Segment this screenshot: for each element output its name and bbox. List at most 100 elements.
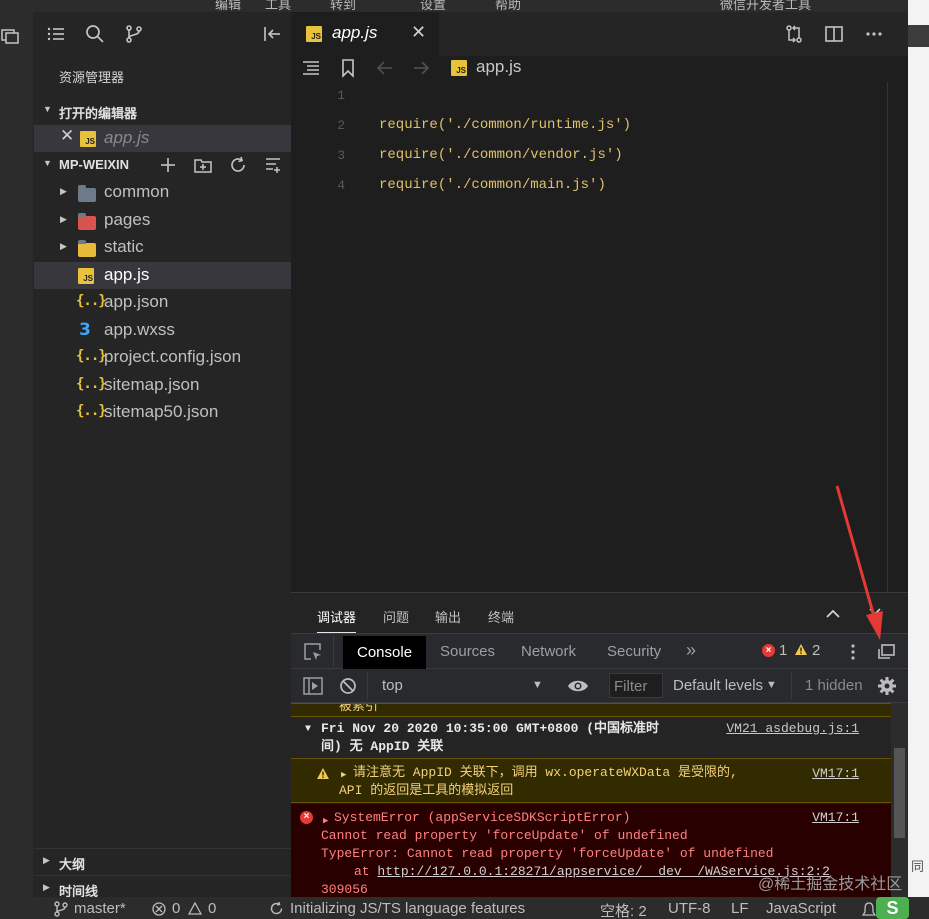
source-control-icon[interactable]: [124, 24, 144, 44]
sync-icon: [270, 901, 283, 915]
status-language[interactable]: JavaScript: [766, 900, 836, 917]
menu-item[interactable]: 编辑: [215, 0, 241, 12]
tree-file-project-config[interactable]: {..} project.config.json: [34, 344, 291, 371]
chevron-right-icon: ▶: [323, 816, 329, 826]
collapse-sidebar-icon[interactable]: [262, 24, 282, 44]
eye-icon[interactable]: [567, 678, 589, 694]
code-editor[interactable]: 1 2 require('./common/runtime.js') 3 req…: [291, 82, 908, 592]
more-actions-icon[interactable]: [864, 24, 884, 44]
filter-input[interactable]: Filter: [609, 673, 663, 698]
js-file-icon: JS: [306, 26, 322, 42]
tree-file-app-wxss[interactable]: 3 app.wxss: [34, 317, 291, 344]
levels-dropdown-icon[interactable]: ▼: [766, 679, 777, 691]
tree-file-sitemap[interactable]: {..} sitemap.json: [34, 372, 291, 399]
source-link[interactable]: VM17:1: [812, 765, 859, 783]
status-task: Initializing JS/TS language features: [290, 900, 526, 917]
open-editors-header[interactable]: ▼ 打开的编辑器: [34, 98, 291, 124]
tab-debugger[interactable]: 调试器: [317, 607, 357, 633]
js-file-icon: JS: [78, 268, 94, 284]
menu-item[interactable]: 转到: [330, 0, 356, 12]
source-link[interactable]: VM17:1: [812, 809, 859, 827]
line-number: 2: [337, 118, 345, 133]
code-line: require('./common/vendor.js'): [379, 147, 623, 163]
scrollbar-thumb[interactable]: [894, 748, 905, 838]
outline-list-icon[interactable]: [301, 58, 321, 78]
list-icon[interactable]: [46, 24, 66, 44]
tree-file-sitemap50[interactable]: {..} sitemap50.json: [34, 399, 291, 426]
console-scrollbar[interactable]: [891, 703, 908, 898]
status-error-count[interactable]: 0: [172, 900, 180, 917]
divider: [333, 636, 334, 666]
collapse-all-icon[interactable]: [264, 156, 282, 174]
chevron-right-icon: ▶: [60, 241, 67, 251]
ime-status-icon: S: [876, 897, 909, 919]
new-folder-icon[interactable]: [194, 156, 212, 174]
compare-changes-icon[interactable]: [784, 24, 804, 44]
breadcrumb-file[interactable]: app.js: [476, 57, 521, 77]
tab-network[interactable]: Network: [521, 643, 576, 660]
tab-output[interactable]: 输出: [435, 607, 461, 626]
tree-item-label: app.json: [104, 292, 169, 311]
chevron-right-icon: ▶: [341, 770, 347, 780]
tab-terminal[interactable]: 终端: [488, 607, 514, 626]
more-tabs-icon[interactable]: »: [686, 640, 696, 661]
chevron-right-icon: ▶: [43, 882, 50, 892]
git-branch[interactable]: master*: [74, 900, 126, 917]
open-editor-item[interactable]: ✕ JS app.js: [34, 125, 291, 152]
open-editors-label: 打开的编辑器: [59, 106, 138, 121]
status-bar: master* 0 0 Initializing JS/TS language …: [0, 897, 929, 919]
line-number: 1: [337, 88, 345, 103]
log-levels-select[interactable]: Default levels: [673, 677, 763, 694]
console-warning-message[interactable]: ▶ 请注意无 AppID 关联下，调用 wx.operateWXData 是受限…: [291, 758, 891, 803]
console-group-message[interactable]: ▼ Fri Nov 20 2020 10:35:00 GMT+0800 (中国标…: [291, 718, 891, 758]
tree-folder-common[interactable]: ▶ common: [34, 179, 291, 206]
bookmark-icon[interactable]: [338, 58, 358, 78]
tab-sources[interactable]: Sources: [440, 643, 495, 660]
clear-console-icon[interactable]: [339, 677, 357, 695]
notification-bell-icon[interactable]: [862, 902, 876, 918]
search-icon[interactable]: [85, 24, 105, 44]
outline-header[interactable]: ▶ 大纲: [34, 848, 291, 874]
project-header[interactable]: ▼ MP-WEIXIN: [34, 152, 291, 178]
menu-item[interactable]: 帮助: [495, 0, 521, 12]
source-link[interactable]: VM21 asdebug.js:1: [726, 720, 859, 738]
status-encoding[interactable]: UTF-8: [668, 900, 711, 917]
back-arrow-icon[interactable]: [375, 58, 395, 78]
settings-gear-icon[interactable]: [877, 676, 897, 696]
json-file-icon: {..}: [76, 376, 107, 392]
new-file-icon[interactable]: [159, 156, 177, 174]
refresh-icon[interactable]: [229, 156, 247, 174]
tab-console[interactable]: Console: [343, 636, 427, 669]
close-icon[interactable]: ✕: [411, 22, 426, 43]
split-editor-icon[interactable]: [824, 24, 844, 44]
inspect-element-icon[interactable]: [303, 642, 323, 662]
tree-file-app-js[interactable]: JS app.js: [34, 262, 291, 289]
tree-folder-pages[interactable]: ▶ pages: [34, 207, 291, 234]
menu-item[interactable]: 工具: [265, 0, 291, 12]
error-count[interactable]: 1: [779, 642, 787, 659]
error-icon: ×: [762, 644, 775, 657]
status-indentation[interactable]: 空格: 2: [600, 900, 647, 919]
project-label: MP-WEIXIN: [59, 157, 130, 172]
activity-bar: [0, 12, 34, 897]
css-file-icon: 3: [79, 320, 91, 340]
status-warning-count[interactable]: 0: [208, 900, 216, 917]
tree-item-label: sitemap.json: [104, 375, 200, 394]
editor-tab-app-js[interactable]: JS app.js ✕: [291, 12, 439, 56]
menu-item[interactable]: 微信开发者工具: [720, 0, 811, 12]
sidebar-toggle-icon[interactable]: [303, 677, 323, 695]
context-dropdown-icon[interactable]: ▼: [532, 679, 543, 691]
warning-status-icon: [188, 902, 202, 915]
context-select[interactable]: top: [382, 677, 403, 694]
explorer-icon[interactable]: [0, 28, 20, 44]
tree-item-label: app.wxss: [104, 320, 175, 339]
status-eol[interactable]: LF: [731, 900, 749, 917]
tab-security[interactable]: Security: [607, 643, 661, 660]
annotation-arrow-icon: [835, 485, 883, 640]
tab-problems[interactable]: 问题: [383, 607, 409, 626]
close-icon[interactable]: ✕: [60, 126, 74, 146]
menu-item[interactable]: 设置: [420, 0, 446, 12]
forward-arrow-icon[interactable]: [411, 58, 431, 78]
tree-file-app-json[interactable]: {..} app.json: [34, 289, 291, 316]
tree-folder-static[interactable]: ▶ static: [34, 234, 291, 261]
